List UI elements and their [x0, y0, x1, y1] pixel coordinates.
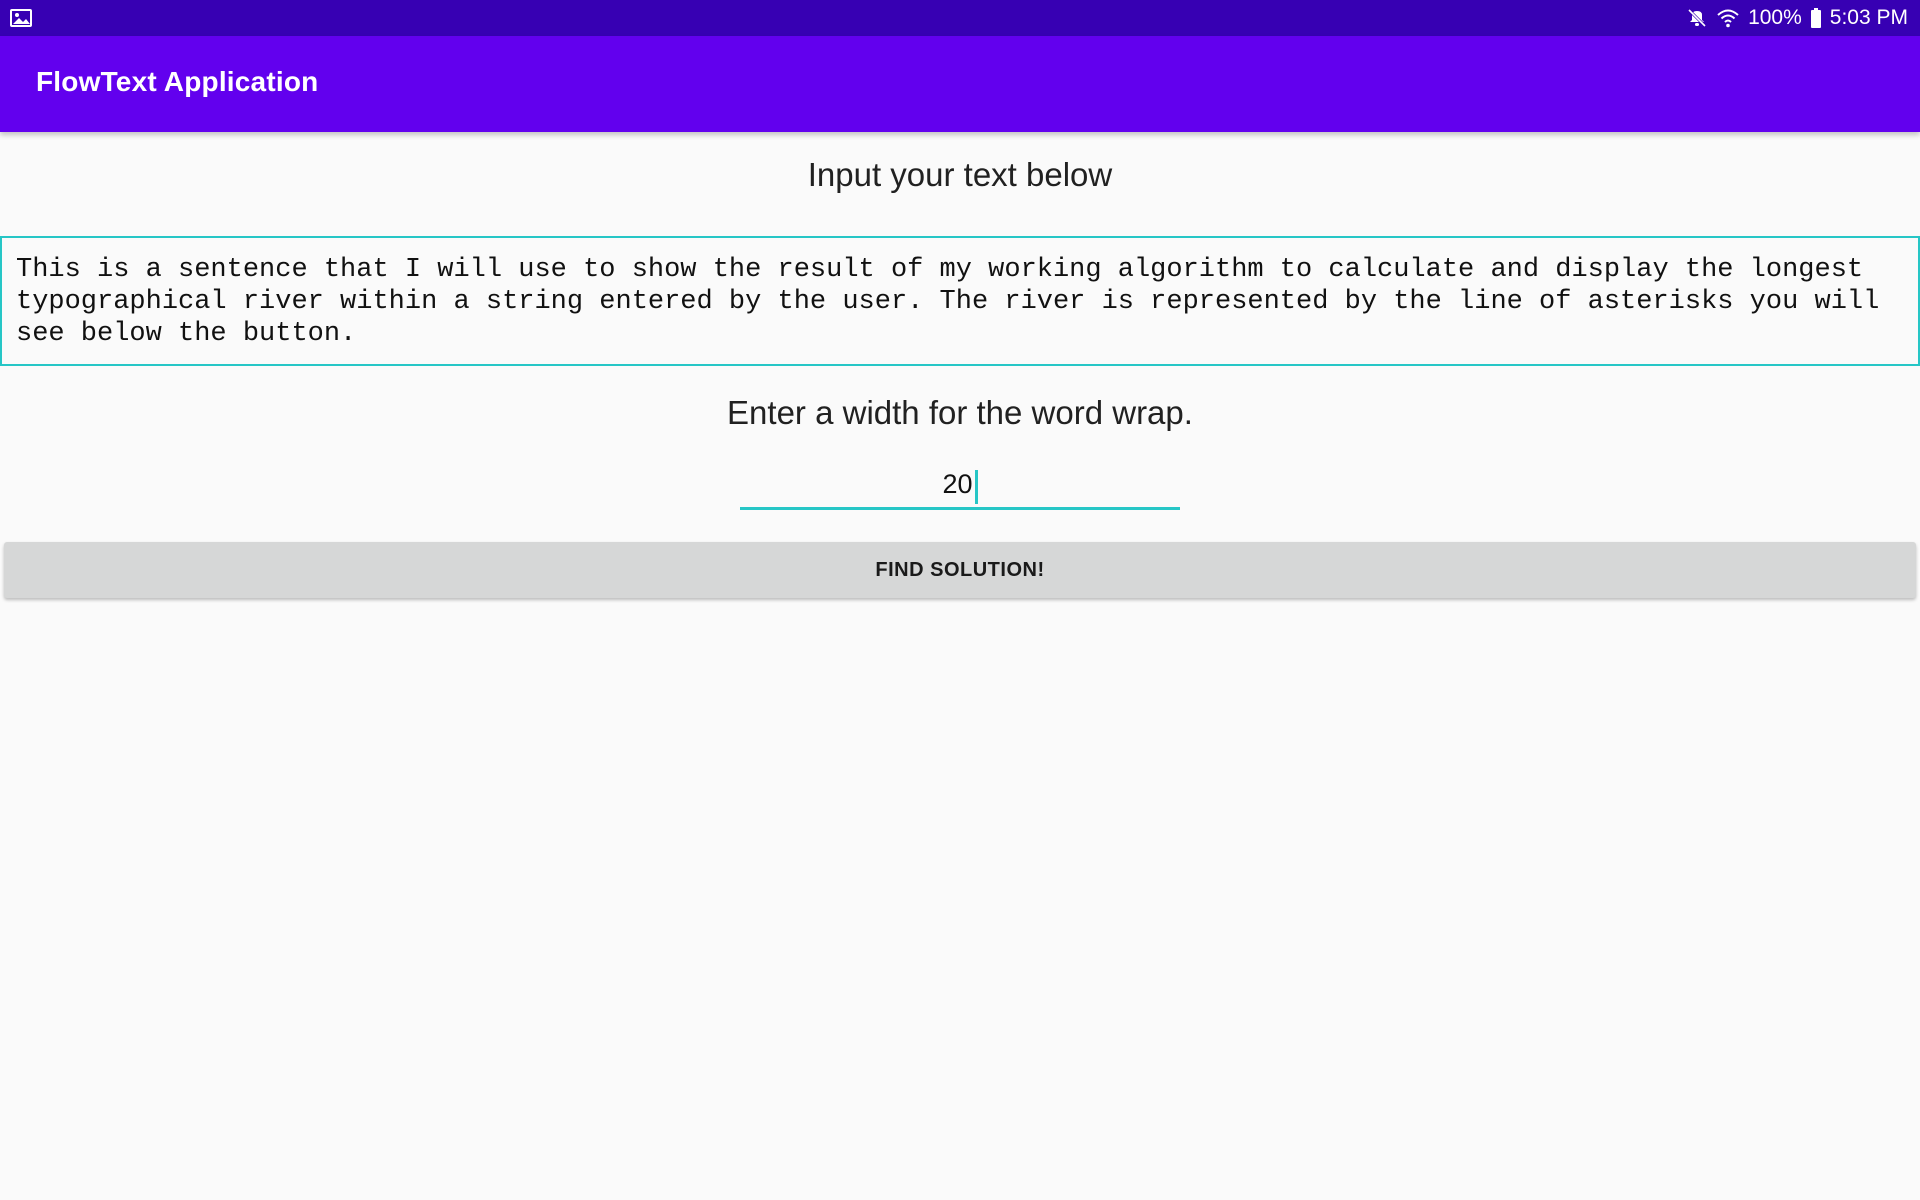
battery-icon [1810, 7, 1822, 29]
status-indicators: 100% 5:03 PM [1686, 6, 1908, 30]
mute-icon [1686, 7, 1708, 29]
app-bar: FlowText Application [0, 36, 1920, 132]
clock: 5:03 PM [1829, 6, 1908, 29]
text-cursor [974, 469, 978, 504]
input-prompt-heading: Input your text below [807, 156, 1113, 193]
find-solution-button[interactable]: FIND SOLUTION! [4, 542, 1916, 598]
wrap-width-value: 20 [942, 469, 973, 499]
width-prompt-heading: Enter a width for the word wrap. [727, 394, 1193, 431]
wrap-width-input[interactable]: 20 [740, 458, 1180, 510]
app-title: FlowText Application [36, 66, 319, 97]
main-content: Input your text below This is a sentence… [0, 132, 1920, 1200]
image-icon [10, 8, 32, 28]
battery-level: 100% [1748, 6, 1802, 29]
text-input-area[interactable]: This is a sentence that I will use to sh… [0, 236, 1920, 366]
status-bar: 100% 5:03 PM [0, 0, 1920, 36]
wifi-icon [1716, 7, 1740, 29]
